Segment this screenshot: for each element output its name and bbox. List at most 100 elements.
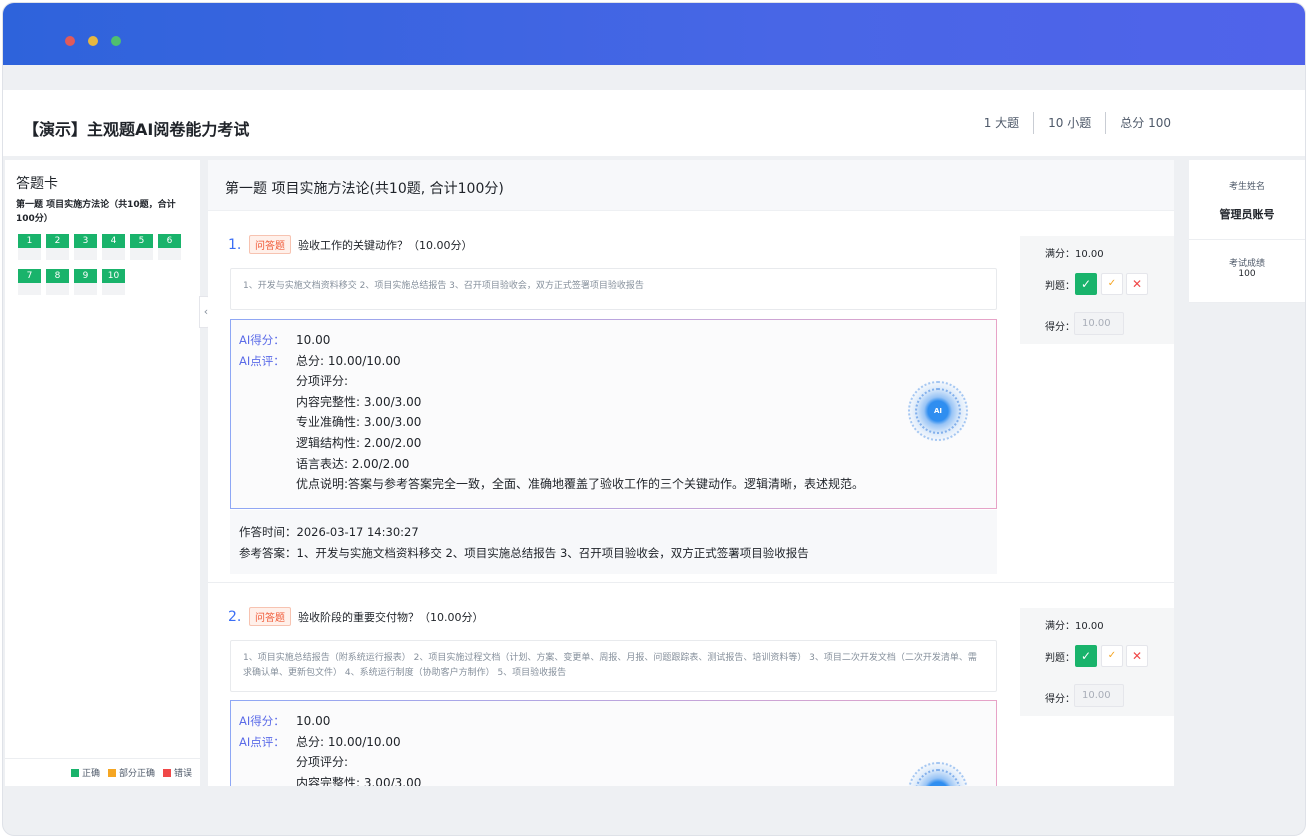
legend-swatch-correct [70,768,79,777]
status-legend: 正确 部分正确 错误 [5,758,200,786]
question-nav-number: 5 [130,234,153,248]
answer-card-title: 答题卡 [16,176,58,192]
ai-comment-line: 内容完整性: 3.00/3.00 [296,775,422,786]
question-nav-number: 4 [102,234,125,248]
exam-title: 【演示】主观题AI阅卷能力考试 [23,120,250,139]
section-title: 第一题 项目实施方法论(共10题, 合计100分) [208,160,1174,211]
exam-header: 【演示】主观题AI阅卷能力考试 1 大题 10 小题 总分 100 [3,90,1305,156]
answer-time-label: 作答时间： [239,525,297,539]
question-nav-5[interactable]: 5 [130,234,153,260]
question-text: 验收阶段的重要交付物？（10.00分） [298,610,484,624]
reference-answer-label: 参考答案： [239,546,297,560]
examinee-name: 管理员账号 [1219,208,1275,221]
question-number: 1. [228,236,242,253]
question-header: 2. 问答题 验收阶段的重要交付物？（10.00分） [228,607,484,626]
score-input[interactable]: 10.00 [1074,312,1124,335]
full-score-value: 10.00 [1075,249,1104,260]
ai-comment-line: 语言表达: 2.00/2.00 [296,456,410,471]
grading-panel: 满分：10.00 判题： ✓ ✓ ✕ 得分： 10.00 [1020,608,1174,716]
legend-label: 部分正确 [118,769,155,779]
answer-time-row: 作答时间：2026-03-17 14:30:27 [239,522,997,543]
question-nav-number: 9 [74,269,97,283]
question-number: 2. [228,608,242,625]
exam-score: 100 [1238,269,1256,279]
ai-score-label: AI得分： [239,333,285,347]
close-icon: ✕ [1131,649,1143,663]
stat-questions: 10 小题 [1033,112,1105,134]
ai-score-row: AI得分： 10.00 [239,711,996,732]
question-nav-number: 2 [46,234,69,248]
question-nav-4[interactable]: 4 [102,234,125,260]
legend-partial: 部分正确 [107,766,155,779]
legend-wrong: 错误 [162,766,192,779]
question-nav-3[interactable]: 3 [74,234,97,260]
reference-answer: 1、开发与实施文档资料移交 2、项目实施总结报告 3、召开项目验收会，双方正式签… [296,546,809,560]
question-nav-2[interactable]: 2 [46,234,69,260]
ai-score-label: AI得分： [239,714,285,728]
score-label: 得分： [1045,322,1075,333]
question-nav-10[interactable]: 10 [102,269,125,295]
judge-partial-button[interactable]: ✓ [1101,645,1123,667]
answer-meta: 作答时间：2026-03-17 14:30:27 参考答案：1、开发与实施文档资… [230,510,997,574]
question-nav-number: 3 [74,234,97,248]
question-nav-number: 1 [18,234,41,248]
legend-label: 正确 [81,769,100,779]
score-input[interactable]: 10.00 [1074,684,1124,707]
question-type-badge: 问答题 [249,607,291,626]
legend-swatch-partial [107,768,116,777]
question-list: 第一题 项目实施方法论(共10题, 合计100分) 1. 问答题 验收工作的关键… [208,160,1174,786]
question-nav-9[interactable]: 9 [74,269,97,295]
ai-comment-line: 逻辑结构性: 2.00/2.00 [296,435,422,450]
judge-wrong-button[interactable]: ✕ [1126,273,1148,295]
ai-orb-label: AI [907,761,969,786]
ai-comment: 总分: 10.00/10.00 分项评分: 内容完整性: 3.00/3.00 [296,732,421,786]
question-type-badge: 问答题 [249,235,291,254]
window-maximize-button[interactable] [111,36,121,46]
judge-partial-button[interactable]: ✓ [1101,273,1123,295]
stat-sections: 1 大题 [983,116,1020,130]
stat-total-score: 总分 100 [1105,112,1185,134]
ai-comment-row: AI点评： 总分: 10.00/10.00 分项评分: 内容完整性: 3.00/… [239,732,996,786]
ai-comment-label: AI点评： [239,353,285,368]
question-nav-1[interactable]: 1 [18,234,41,260]
window-minimize-button[interactable] [88,36,98,46]
question-nav-number: 7 [18,269,41,283]
answer-time: 2026-03-17 14:30:27 [296,525,419,539]
app-window: 【演示】主观题AI阅卷能力考试 1 大题 10 小题 总分 100 答题卡 第一… [2,2,1306,836]
ai-orb-icon: AI [907,761,969,786]
full-score: 满分：10.00 [1045,245,1104,260]
ai-comment-line: 分项评分: [296,755,349,770]
judge-correct-button[interactable]: ✓ [1075,273,1097,295]
legend-label: 错误 [173,769,192,779]
check-icon: ✓ [1080,277,1092,291]
judge-label: 判题： [1045,281,1075,292]
window-close-button[interactable] [65,36,75,46]
question-nav-7[interactable]: 7 [18,269,41,295]
answer-card-panel: 答题卡 第一题 项目实施方法论（共10题，合计100分） 1 2 3 4 5 6… [5,160,200,786]
ai-comment-label: AI点评： [239,734,285,749]
question-nav-number: 6 [158,234,181,248]
ai-orb-icon: AI [907,380,969,442]
ai-comment-line: 专业准确性: 3.00/3.00 [296,415,422,430]
ai-score-value: 10.00 [296,714,331,728]
ai-comment-line: 内容完整性: 3.00/3.00 [296,394,422,409]
question-item-2: 2. 问答题 验收阶段的重要交付物？（10.00分） 1、项目实施总结报告（附系… [208,584,1174,786]
exam-stats: 1 大题 10 小题 总分 100 [970,112,1185,134]
question-nav-8[interactable]: 8 [46,269,69,295]
answer-card-section: 第一题 项目实施方法论（共10题，合计100分） [16,200,176,224]
partial-check-icon: ✓ [1107,278,1117,289]
question-nav-6[interactable]: 6 [158,234,181,260]
student-answer: 1、开发与实施文档资料移交 2、项目实施总结报告 3、召开项目验收会，双方正式签… [230,268,997,310]
ai-score-row: AI得分： 10.00 [239,330,996,351]
question-item-1: 1. 问答题 验收工作的关键动作？（10.00分） 1、开发与实施文档资料移交 … [208,212,1174,583]
judge-correct-button[interactable]: ✓ [1075,645,1097,667]
question-header: 1. 问答题 验收工作的关键动作？（10.00分） [228,235,473,254]
question-text: 验收工作的关键动作？（10.00分） [298,238,473,252]
judge-label: 判题： [1045,653,1075,664]
partial-check-icon: ✓ [1107,650,1117,661]
ai-comment-line: 分项评分: [296,374,349,389]
legend-swatch-wrong [162,768,171,777]
judge-wrong-button[interactable]: ✕ [1126,645,1148,667]
examinee-name-label: 考生姓名 [1228,182,1265,192]
question-nav-number: 8 [46,269,69,283]
